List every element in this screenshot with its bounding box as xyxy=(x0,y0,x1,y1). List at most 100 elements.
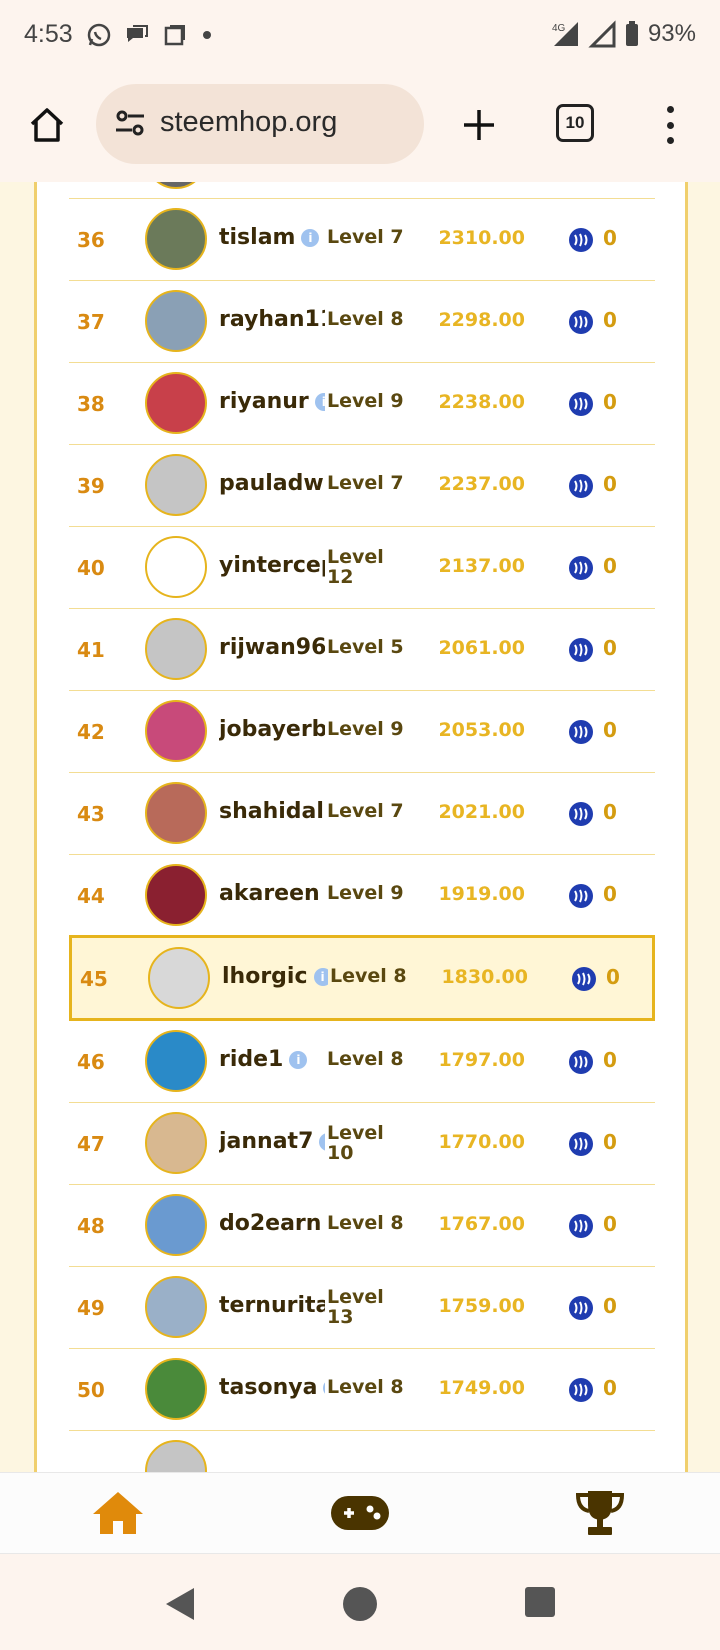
rank-number: 37 xyxy=(77,310,105,334)
rank-number: 43 xyxy=(77,802,105,826)
username-link[interactable]: ride1 i xyxy=(219,1047,325,1072)
steem-icon xyxy=(569,392,593,416)
username-link[interactable]: do2earni xyxy=(219,1211,325,1236)
steem-icon xyxy=(569,228,593,252)
leaderboard-row[interactable]: 41 rijwan961iLevel 5 2061.00 0 xyxy=(69,609,655,691)
username-link[interactable]: tasonya i xyxy=(219,1375,325,1400)
leaderboard-row[interactable]: 46 ride1 i Level 8 1797.00 0 xyxy=(69,1021,655,1103)
leaderboard-row[interactable]: 36 tislam i Level 7 2310.00 0 xyxy=(69,199,655,281)
avatar[interactable] xyxy=(145,1194,207,1256)
site-settings-icon[interactable] xyxy=(114,108,146,138)
avatar[interactable] xyxy=(145,208,207,270)
avatar[interactable] xyxy=(145,1276,207,1338)
rank-number: 40 xyxy=(77,556,105,580)
avatar[interactable] xyxy=(145,782,207,844)
leaderboard-row[interactable]: 49 ternuritaiLevel 13 1759.00 0 xyxy=(69,1267,655,1349)
avatar[interactable] xyxy=(145,290,207,352)
leaderboard-row[interactable]: 43 shahidaliiLevel 7 2021.00 0 xyxy=(69,773,655,855)
leaderboard-row[interactable]: 50 tasonya iLevel 8 1749.00 0 xyxy=(69,1349,655,1431)
leaderboard-row[interactable]: 39 pauladwiLevel 7 2237.00 0 xyxy=(69,445,655,527)
username-link[interactable]: jobayerbi xyxy=(219,717,325,742)
steem-icon xyxy=(569,1214,593,1238)
home-circle-icon[interactable] xyxy=(342,1586,378,1622)
partial-row-bottom xyxy=(69,1431,655,1472)
reward-value: 0 xyxy=(603,636,617,660)
avatar[interactable] xyxy=(145,700,207,762)
avatar[interactable] xyxy=(145,1358,207,1420)
points-value: 2061.00 xyxy=(438,637,525,659)
steem-logo xyxy=(574,315,588,329)
info-icon[interactable]: i xyxy=(289,1051,308,1069)
points-value: 1770.00 xyxy=(438,1131,525,1153)
username-text: akareen xyxy=(219,881,320,906)
battery-icon xyxy=(625,21,638,46)
username-link[interactable]: akareeni xyxy=(219,881,325,906)
level-label: Level 8 xyxy=(327,1212,404,1234)
back-icon[interactable] xyxy=(164,1586,196,1622)
avatar[interactable] xyxy=(145,618,207,680)
browser-home-button[interactable] xyxy=(24,102,70,148)
info-icon[interactable]: i xyxy=(301,229,320,247)
username-text: yintercep xyxy=(219,553,325,578)
avatar[interactable] xyxy=(145,1030,207,1092)
leaderboard-row[interactable]: 38 riyanur i Level 9 2238.00 0 xyxy=(69,363,655,445)
status-bar: 4:53 4G 93% xyxy=(0,0,720,72)
nav-games-button[interactable] xyxy=(330,1487,390,1539)
username-link[interactable]: rayhan11i xyxy=(219,307,325,332)
browser-menu-button[interactable] xyxy=(660,102,680,148)
username-link[interactable]: tislam i xyxy=(219,225,325,250)
steem-logo xyxy=(574,1137,588,1151)
level-label: Level 9 xyxy=(327,718,404,740)
level-label: Level 5 xyxy=(327,636,404,658)
leaderboard-row[interactable]: 42 jobayerbiLevel 9 2053.00 0 xyxy=(69,691,655,773)
username-link[interactable]: riyanur i xyxy=(219,389,325,414)
tab-switcher-button[interactable]: 10 xyxy=(556,104,594,142)
username-link[interactable]: pauladwi xyxy=(219,471,325,496)
info-icon[interactable]: i xyxy=(323,1379,325,1397)
steem-logo xyxy=(574,889,588,903)
leaderboard-row[interactable]: 37 rayhan11iLevel 8 2298.00 0 xyxy=(69,281,655,363)
nav-leaderboard-button[interactable] xyxy=(570,1487,630,1539)
username-link[interactable]: shahidalii xyxy=(219,799,325,824)
points-value: 2310.00 xyxy=(438,227,525,249)
leaderboard-row[interactable]: 45 lhorgic i Level 8 1830.00 0 xyxy=(69,935,655,1021)
reward-value: 0 xyxy=(603,882,617,906)
username-link[interactable]: rijwan961i xyxy=(219,635,325,660)
info-icon[interactable]: i xyxy=(313,968,328,986)
leaderboard-row[interactable]: 44 akareeniLevel 9 1919.00 0 xyxy=(69,855,655,937)
signal-4g-icon: 4G xyxy=(552,22,578,46)
page-content[interactable]: 36tislamiLevel 72310.000 37 rayhan11i Level… xyxy=(0,182,720,1472)
new-tab-button[interactable] xyxy=(456,102,502,148)
username-link[interactable]: ternuritai xyxy=(219,1293,325,1318)
rank-number: 49 xyxy=(77,1296,105,1320)
username-link[interactable]: yintercepi xyxy=(219,553,325,578)
avatar[interactable] xyxy=(145,1112,207,1174)
recents-icon[interactable] xyxy=(524,1586,556,1618)
avatar[interactable] xyxy=(145,372,207,434)
level-label: Level 9 xyxy=(327,882,404,904)
reward-value: 0 xyxy=(603,800,617,824)
username-link[interactable]: lhorgic i xyxy=(222,964,328,989)
address-bar[interactable]: steemhop.org xyxy=(96,84,424,164)
leaderboard-row[interactable]: 47 jannat7 iLevel 10 1770.00 0 xyxy=(69,1103,655,1185)
username-link[interactable]: jannat7 i xyxy=(219,1129,325,1154)
rank-number: 39 xyxy=(77,474,105,498)
leaderboard-row[interactable]: 40 yintercepiLevel 12 2137.00 0 xyxy=(69,527,655,609)
info-icon[interactable]: i xyxy=(319,1133,325,1151)
avatar[interactable] xyxy=(145,864,207,926)
steem-logo xyxy=(574,1219,588,1233)
avatar[interactable] xyxy=(145,536,207,598)
battery-percent: 93% xyxy=(647,20,696,47)
info-icon[interactable]: i xyxy=(314,393,325,411)
leaderboard-row[interactable]: 48 do2earniLevel 8 1767.00 0 xyxy=(69,1185,655,1267)
chat-icon xyxy=(127,25,148,42)
nav-home-button[interactable] xyxy=(88,1487,148,1539)
username-text: jannat7 xyxy=(219,1129,314,1154)
steem-icon xyxy=(569,720,593,744)
avatar[interactable] xyxy=(145,454,207,516)
avatar[interactable] xyxy=(148,947,210,1009)
level-label: Level 7 xyxy=(327,800,404,822)
points-value: 2237.00 xyxy=(438,473,525,495)
rank-number: 42 xyxy=(77,720,105,744)
rank-number: 47 xyxy=(77,1132,105,1156)
